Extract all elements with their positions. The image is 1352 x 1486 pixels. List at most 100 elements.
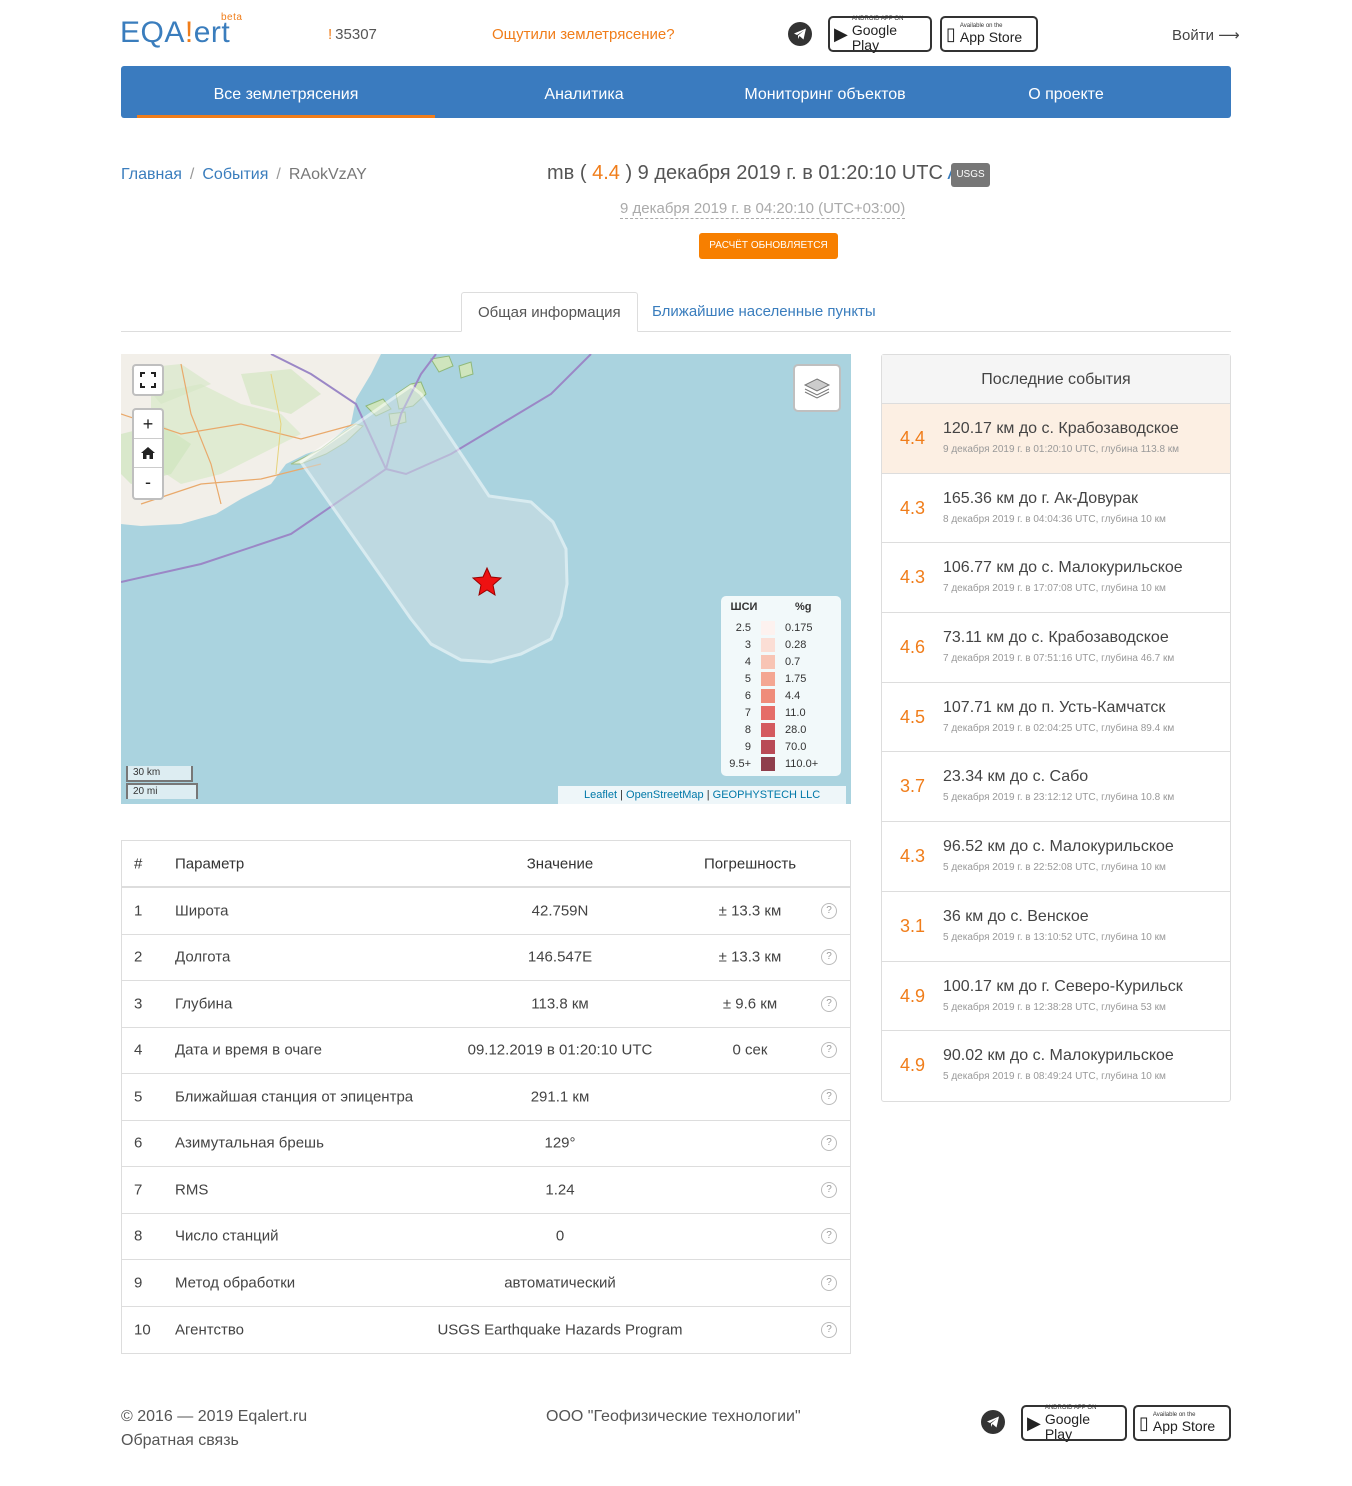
tab-nearest-settlements[interactable]: Ближайшие населенные пункты — [636, 292, 892, 332]
table-row: 6 Азимутальная брешь 129°? — [122, 1121, 850, 1167]
legend-row: 2.5 0.175 — [721, 619, 841, 636]
legend-row: 4 0.7 — [721, 653, 841, 670]
event-location: 36 км до с. Венское — [943, 907, 1089, 925]
logo-beta-badge: beta — [221, 12, 243, 23]
recent-event-item[interactable]: 4.5 107.71 км до п. Усть-Камчатск 7 декабр… — [882, 683, 1230, 753]
row-param: Дата и время в очаге — [175, 1041, 322, 1059]
geophystech-link[interactable]: GEOPHYSTECH LLC — [713, 789, 821, 801]
logo[interactable]: EQA!ert beta — [120, 12, 242, 50]
legend-shsi: 6 — [744, 689, 751, 702]
event-location: 96.52 км до с. Малокурильское — [943, 838, 1174, 856]
help-icon[interactable]: ? — [821, 902, 837, 919]
help-icon[interactable]: ? — [821, 1135, 837, 1152]
event-details: 5 декабря 2019 г. в 23:12:12 UTC, глубин… — [943, 792, 1175, 804]
event-magnitude: 4.4 — [900, 428, 926, 448]
breadcrumb-events[interactable]: События — [202, 166, 268, 183]
event-details: 5 декабря 2019 г. в 13:10:52 UTC, глубин… — [943, 931, 1166, 943]
legend-swatch — [761, 705, 775, 720]
help-icon[interactable]: ? — [821, 1321, 837, 1338]
legend-g: 0.175 — [785, 621, 813, 634]
home-icon[interactable] — [134, 439, 162, 468]
magnitude-value: 4.4 — [592, 162, 620, 184]
google-play-button[interactable]: ▶ ANDROID APP ON Google Play — [1021, 1405, 1127, 1441]
recent-event-item[interactable]: 4.3 96.52 км до с. Малокурильское 5 декабр… — [882, 822, 1230, 892]
help-icon[interactable]: ? — [821, 1228, 837, 1245]
agency-badge: USGS — [951, 163, 990, 187]
help-icon[interactable]: ? — [821, 1274, 837, 1291]
nav-item-about[interactable]: О проекте — [1011, 66, 1121, 118]
recent-events-title: Последние события — [882, 355, 1230, 404]
felt-earthquake-link[interactable]: Ощутили землетрясение? — [492, 26, 675, 43]
legend-row: 9.5+ 110.0+ — [721, 755, 841, 772]
row-param: Азимутальная брешь — [175, 1134, 324, 1152]
recent-event-item[interactable]: 4.3 106.77 км до с. Малокурильское 7 декаб… — [882, 543, 1230, 614]
zoom-out-button[interactable]: - — [134, 468, 162, 497]
osm-link[interactable]: OpenStreetMap — [626, 789, 704, 801]
row-value: 129° — [544, 1134, 576, 1152]
recent-event-item[interactable]: 3.1 36 км до с. Венское 5 декабря 2019 г. … — [882, 892, 1230, 962]
app-store-big: App Store — [959, 29, 1023, 45]
row-param: Ближайшая станция от эпицентра — [175, 1088, 414, 1106]
event-magnitude: 4.6 — [900, 637, 926, 658]
legend-g: 28.0 — [785, 723, 807, 736]
nav-item-monitoring[interactable]: Мониторинг объектов — [725, 66, 925, 118]
logo-bang: ! — [184, 16, 194, 49]
recent-event-item[interactable]: 4.6 73.11 км до с. Крабозаводское 7 декабр… — [882, 613, 1230, 683]
login-link[interactable]: Войти ⟶ — [1172, 26, 1240, 44]
breadcrumb-sep: / — [276, 166, 281, 183]
legend-g: 4.4 — [785, 689, 801, 702]
help-icon[interactable]: ? — [821, 1042, 837, 1059]
event-details: 5 декабря 2019 г. в 22:52:08 UTC, глубин… — [943, 862, 1166, 874]
recent-event-item[interactable]: 4.9 90.02 км до с. Малокурильское 5 декабр… — [882, 1031, 1230, 1101]
scale-mi: 20 mi — [126, 783, 198, 799]
app-store-big: App Store — [1152, 1418, 1216, 1434]
layers-icon[interactable] — [793, 364, 841, 412]
telegram-icon[interactable] — [981, 1410, 1005, 1434]
telegram-icon[interactable] — [788, 22, 812, 46]
breadcrumb-sep: / — [189, 166, 195, 183]
app-store-button[interactable]: ▯ Available on the App Store — [940, 16, 1038, 52]
legend-swatch — [761, 654, 775, 669]
row-num: 1 — [134, 902, 143, 920]
recent-event-item[interactable]: 4.4 120.17 км до с. Крабозаводское 9 декаб… — [882, 404, 1230, 474]
table-row: 7 RMS 1.24? — [122, 1167, 850, 1214]
legend-swatch — [761, 620, 775, 635]
nav-item-all-earthquakes[interactable]: Все землетрясения — [137, 66, 435, 118]
main-nav: Все землетрясения Аналитика Мониторинг о… — [121, 66, 1231, 118]
row-value: 42.759N — [531, 902, 589, 920]
help-icon[interactable]: ? — [821, 1088, 837, 1105]
legend-shsi: 8 — [744, 723, 751, 736]
footer-feedback-link[interactable]: Обратная связь — [121, 1432, 239, 1450]
legend-shsi: 9 — [744, 740, 751, 753]
recent-event-item[interactable]: 4.9 100.17 км до г. Северо-Курильск 5 дека… — [882, 962, 1230, 1032]
row-param: Агентство — [175, 1321, 244, 1339]
help-icon[interactable]: ? — [821, 1181, 837, 1198]
event-location: 120.17 км до с. Крабозаводское — [943, 420, 1179, 437]
event-magnitude: 4.3 — [900, 497, 926, 518]
table-header: # Параметр Значение Погрешность — [122, 841, 850, 888]
event-map[interactable]: + - ШСИ %g 2.5 0.175 3 0.28 4 0.7 5 1.75 6 4.4… — [121, 354, 851, 804]
help-icon[interactable]: ? — [821, 995, 837, 1012]
zoom-controls: + - — [132, 408, 164, 500]
nav-item-analytics[interactable]: Аналитика — [521, 66, 647, 118]
event-location: 23.34 км до с. Сабо — [943, 768, 1089, 786]
recent-event-item[interactable]: 4.3 165.36 км до г. Ак-Довурак 8 декабря 2… — [882, 474, 1230, 544]
tab-general-info[interactable]: Общая информация — [461, 292, 638, 332]
breadcrumb-home[interactable]: Главная — [121, 166, 182, 183]
col-num: # — [134, 855, 143, 872]
zoom-in-button[interactable]: + — [134, 410, 162, 439]
event-location: 90.02 км до с. Малокурильское — [943, 1047, 1174, 1065]
recent-event-item[interactable]: 3.7 23.34 км до с. Сабо 5 декабря 2019 г. … — [882, 752, 1230, 823]
help-icon[interactable]: ? — [821, 949, 837, 966]
google-play-button[interactable]: ▶ ANDROID APP ON Google Play — [828, 16, 932, 52]
app-store-button[interactable]: ▯ Available on the App Store — [1133, 1405, 1231, 1441]
row-value: 113.8 км — [531, 995, 589, 1013]
leaflet-link[interactable]: Leaflet — [584, 789, 617, 801]
google-play-icon: ▶ — [1027, 1412, 1041, 1433]
legend-g: 0.7 — [785, 655, 801, 668]
login-label: Войти — [1172, 27, 1214, 44]
col-param: Параметр — [175, 855, 245, 872]
row-value: 0 — [555, 1227, 565, 1245]
col-value: Значение — [526, 855, 594, 872]
fullscreen-icon[interactable] — [132, 364, 164, 396]
